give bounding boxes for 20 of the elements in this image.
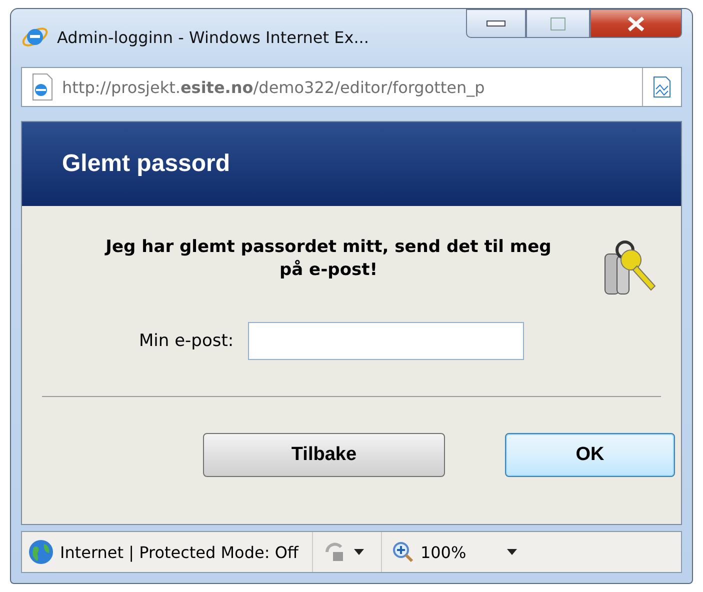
globe-icon [28,539,54,565]
minimize-button[interactable] [466,9,526,38]
minimize-icon [486,20,506,28]
close-icon [626,16,646,32]
dropdown-icon[interactable] [353,548,366,556]
zoom-icon[interactable] [392,541,414,563]
dialog-header: Glemt passord [22,122,681,206]
maximize-button[interactable] [526,9,590,38]
back-button[interactable]: Tilbake [203,433,445,477]
instruction-text: Jeg har glemt passordet mitt, send det til meg på e-post! [104,236,552,282]
dropdown-icon[interactable] [506,548,518,556]
window-title: Admin-logginn - Windows Internet Ex... [57,28,369,46]
ok-button[interactable]: OK [505,433,675,477]
email-label: Min e-post: [139,331,234,351]
email-field[interactable] [248,322,524,360]
maximize-icon [550,16,566,30]
zone-status: Internet | Protected Mode: Off [60,542,300,562]
zoom-level[interactable]: 100% [420,542,466,562]
close-button[interactable] [590,9,682,38]
feed-icon [652,75,672,99]
